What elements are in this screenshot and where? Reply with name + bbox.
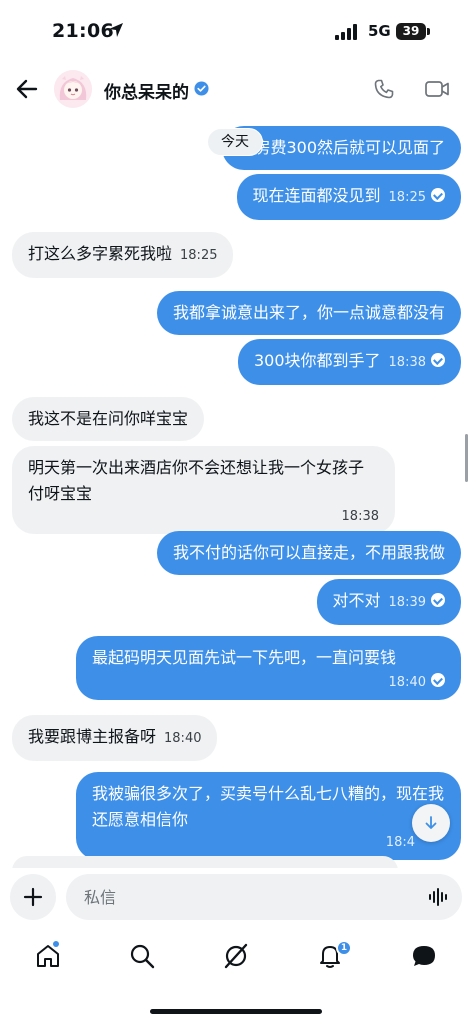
message-bubble-outgoing[interactable]: 我被骗很多次了，买卖号什么乱七八糟的，现在我还愿意相信你 18:4 — [76, 772, 461, 860]
message-text: 我被骗很多次了，买卖号什么乱七八糟的，现在我还愿意相信你 — [92, 784, 445, 829]
read-receipt-icon — [431, 673, 445, 687]
message-time: 18:38 — [388, 355, 426, 370]
message-bubble-incoming[interactable]: 我要跟博主报备呀 18:40 — [12, 715, 218, 761]
message-time: 18:25 — [388, 190, 426, 205]
message-text: 打这么多字累死我啦 — [28, 244, 173, 263]
network-label: 5G — [368, 22, 391, 40]
verified-badge-icon — [194, 81, 209, 96]
status-bar: 21:06 5G 39 — [0, 0, 473, 56]
scrollbar-thumb[interactable] — [465, 434, 468, 482]
search-icon[interactable] — [128, 942, 156, 970]
message-bubble-outgoing[interactable]: 我不付的话你可以直接走，不用跟我做 — [156, 531, 461, 575]
message-time: 18:25 — [180, 248, 218, 263]
message-time: 18:4 — [385, 835, 415, 850]
home-unread-dot — [53, 941, 59, 947]
message-time: 18:40 — [388, 675, 426, 690]
message-text: 300块你都到手了 — [253, 351, 381, 370]
read-receipt-icon — [431, 353, 445, 367]
location-arrow-icon — [109, 23, 123, 37]
status-time: 21:06 — [52, 20, 114, 42]
message-bubble-incoming-partial[interactable] — [12, 856, 398, 868]
composer — [0, 868, 473, 932]
arrow-down-icon — [425, 816, 437, 829]
message-text: 我这不是在问你咩宝宝 — [28, 409, 189, 428]
message-time: 18:38 — [341, 509, 379, 524]
message-bubble-outgoing[interactable]: 现在连面都没见到 18:25 — [236, 174, 461, 220]
message-text: 开房费300然后就可以见面了 — [238, 138, 445, 157]
date-divider: 今天 — [207, 128, 263, 156]
signal-icon — [335, 24, 357, 40]
notification-badge: 1 — [336, 940, 352, 956]
message-bubble-incoming[interactable]: 打这么多字累死我啦 18:25 — [12, 232, 234, 278]
message-time-row: 18:40 — [92, 673, 445, 691]
messages-icon[interactable] — [410, 942, 438, 970]
arrow-left-icon[interactable] — [14, 76, 40, 102]
message-text: 我都拿诚意出来了，你一点诚意都没有 — [172, 303, 445, 322]
grok-icon[interactable] — [222, 942, 250, 970]
message-time: 18:39 — [388, 595, 426, 610]
message-text: 最起码明天见面先试一下先吧，一直问要钱 — [92, 648, 397, 667]
message-bubble-incoming[interactable]: 明天第一次出来酒店你不会还想让我一个女孩子付呀宝宝 18:38 — [12, 446, 395, 534]
message-bubble-outgoing[interactable]: 最起码明天见面先试一下先吧，一直问要钱 18:40 — [76, 636, 461, 700]
battery-icon: 39 — [396, 23, 426, 40]
message-text: 对不对 — [332, 591, 381, 610]
read-receipt-icon — [431, 188, 445, 202]
home-indicator — [150, 1009, 322, 1014]
message-bubble-outgoing[interactable]: 我都拿诚意出来了，你一点诚意都没有 — [156, 291, 461, 335]
message-time: 18:40 — [164, 731, 202, 746]
message-bubble-outgoing[interactable]: 300块你都到手了 18:38 — [237, 339, 461, 385]
phone-icon[interactable] — [372, 77, 396, 101]
video-camera-icon[interactable] — [424, 77, 450, 101]
voice-waveform-icon[interactable] — [428, 887, 450, 907]
chat-header: 你总呆呆的 — [0, 56, 473, 120]
message-text: 我不付的话你可以直接走，不用跟我做 — [172, 543, 445, 562]
message-bubble-outgoing[interactable]: 对不对 18:39 — [316, 579, 461, 625]
tab-bar: 1 — [0, 932, 473, 992]
message-bubble-incoming[interactable]: 我这不是在问你咩宝宝 — [12, 397, 205, 441]
message-text: 我要跟博主报备呀 — [28, 727, 157, 746]
message-input[interactable] — [66, 874, 462, 920]
message-list[interactable]: 开房费300然后就可以见面了 今天 现在连面都没见到 18:25 打这么多字累死我… — [0, 120, 473, 868]
battery-tip — [427, 28, 430, 35]
avatar[interactable] — [54, 70, 92, 108]
add-attachment-button[interactable] — [10, 874, 56, 920]
message-text: 明天第一次出来酒店你不会还想让我一个女孩子付呀宝宝 — [28, 458, 365, 503]
read-receipt-icon — [431, 593, 445, 607]
chat-name[interactable]: 你总呆呆的 — [104, 78, 189, 103]
message-text: 现在连面都没见到 — [252, 186, 381, 205]
plus-icon — [23, 887, 43, 907]
scroll-to-bottom-button[interactable] — [412, 804, 450, 842]
